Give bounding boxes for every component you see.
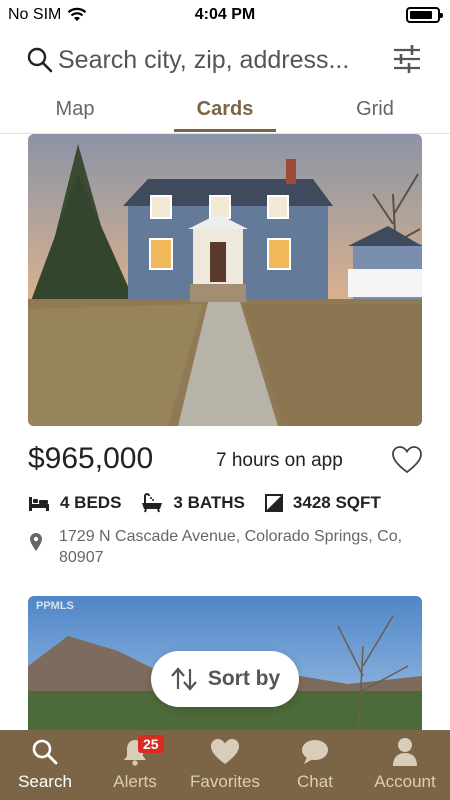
heart-icon <box>211 739 239 764</box>
nav-chat[interactable]: Chat <box>270 730 360 800</box>
bathtub-icon <box>142 493 163 513</box>
search-bar <box>0 36 450 84</box>
beds-label: 4 BEDS <box>60 493 122 512</box>
chat-icon <box>302 740 328 764</box>
baths-stat: 3 BATHS <box>141 493 245 513</box>
sqft-stat: 3428 SQFT <box>264 493 381 513</box>
bottom-nav: Search 25 Alerts Favorites Chat Account <box>0 730 450 800</box>
tab-map[interactable]: Map <box>0 90 150 133</box>
search-icon[interactable] <box>26 46 54 74</box>
person-icon <box>393 738 417 766</box>
tab-cards[interactable]: Cards <box>150 90 300 133</box>
filter-sliders-icon[interactable] <box>392 42 422 76</box>
listing-photo[interactable] <box>28 134 422 426</box>
sort-label: Sort by <box>207 667 281 690</box>
location-pin-icon <box>30 533 42 551</box>
view-tabs: Map Cards Grid <box>0 90 450 134</box>
price-row: $965,000 7 hours on app <box>28 440 422 480</box>
bed-icon <box>29 497 49 511</box>
nav-favorites-label: Favorites <box>190 772 260 791</box>
status-bar: No SIM 4:04 PM <box>0 0 450 30</box>
sort-button[interactable]: Sort by <box>151 651 299 707</box>
nav-account-label: Account <box>374 772 436 791</box>
battery-icon <box>406 7 443 23</box>
time-on-app: 7 hours on app <box>216 450 343 471</box>
photo-watermark: PPMLS <box>36 600 74 612</box>
clock: 4:04 PM <box>194 6 256 23</box>
sqft-label: 3428 SQFT <box>292 493 381 512</box>
favorite-heart-icon[interactable] <box>392 446 422 474</box>
search-input[interactable] <box>58 42 378 78</box>
nav-search-label: Search <box>18 772 72 791</box>
nav-alerts-label: Alerts <box>113 772 157 791</box>
nav-search[interactable]: Search <box>0 730 90 800</box>
listing-price: $965,000 <box>28 442 154 475</box>
sort-arrows-icon <box>170 667 197 691</box>
alerts-badge: 25 <box>138 735 164 753</box>
address-text: 1729 N Cascade Avenue, Colorado Springs,… <box>59 528 403 566</box>
nav-favorites[interactable]: Favorites <box>180 730 270 800</box>
baths-label: 3 BATHS <box>173 493 245 512</box>
nav-alerts[interactable]: 25 Alerts <box>90 730 180 800</box>
listing-feed[interactable]: $965,000 7 hours on app 4 BEDS 3 BATHS 3… <box>0 134 450 730</box>
nav-chat-label: Chat <box>297 772 333 791</box>
area-icon <box>264 494 283 512</box>
tab-grid[interactable]: Grid <box>300 90 450 133</box>
listing-card[interactable]: $965,000 7 hours on app 4 BEDS 3 BATHS 3… <box>28 134 422 566</box>
nav-account[interactable]: Account <box>360 730 450 800</box>
beds-stat: 4 BEDS <box>28 493 121 513</box>
search-icon <box>32 739 58 765</box>
listing-stats: 4 BEDS 3 BATHS 3428 SQFT <box>28 490 401 516</box>
